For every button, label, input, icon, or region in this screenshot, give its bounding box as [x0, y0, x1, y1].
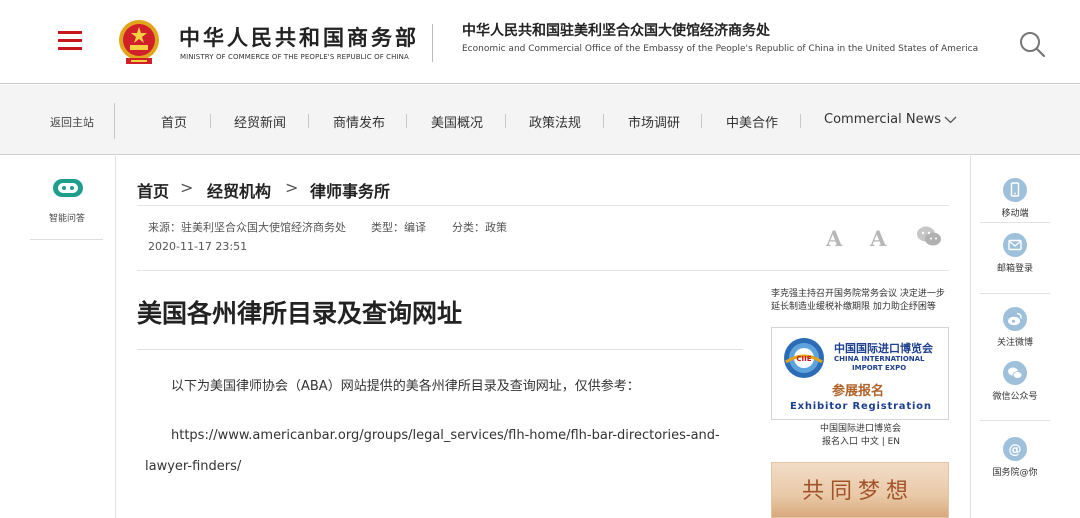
tool-divider — [980, 222, 1050, 223]
breadcrumb-separator: > — [180, 178, 194, 197]
font-size-large-button[interactable]: A — [826, 226, 842, 251]
common-dream-text: 共同梦想 — [802, 479, 915, 504]
meta-divider — [137, 270, 949, 271]
ciie-registration-en: Exhibitor Registration — [790, 401, 932, 412]
tool-divider — [980, 293, 1050, 294]
tool-label: 微信公众号 — [992, 392, 1038, 402]
tool-label: 关注微博 — [996, 338, 1033, 348]
chevron-down-icon[interactable] — [944, 113, 957, 126]
nav-separator — [406, 114, 407, 128]
chatbot-icon[interactable] — [52, 178, 84, 198]
ciie-title-cn: 中国国际进口博览会 — [834, 342, 933, 355]
nav-separator — [800, 114, 801, 128]
breadcrumb-trade-agencies[interactable]: 经贸机构 — [207, 178, 271, 202]
breadcrumb-underline — [137, 205, 949, 206]
site-header: 中华人民共和国商务部 MINISTRY OF COMMERCE OF THE P… — [0, 0, 1080, 84]
nav-separator — [603, 114, 604, 128]
breadcrumb-law-firms[interactable]: 律师事务所 — [310, 178, 390, 202]
ministry-name-cn: 中华人民共和国商务部 — [179, 26, 419, 50]
tool-label: 邮箱登录 — [996, 264, 1033, 274]
wechat-share-icon[interactable] — [916, 225, 942, 247]
breadcrumb-home[interactable]: 首页 — [137, 178, 169, 202]
content-border-right — [970, 156, 971, 518]
news-headline-line1[interactable]: 李克强主持召开国务院常务会议 决定进一步 — [771, 286, 945, 299]
at-icon[interactable]: @ — [1003, 437, 1027, 461]
nav-separator — [210, 114, 211, 128]
article-link[interactable]: https://www.americanbar.org/groups/legal… — [171, 428, 720, 443]
ciie-title-en-line1: CHINA INTERNATIONAL — [834, 355, 925, 363]
smart-qa-label: 智能问答 — [49, 214, 86, 224]
nav-item-policies[interactable]: 政策法规 — [529, 112, 581, 131]
wechat-icon[interactable] — [1003, 361, 1027, 385]
tool-label: 国务院@你 — [992, 468, 1038, 478]
article-category: 分类：政策 — [452, 221, 507, 234]
nav-item-us-overview[interactable]: 美国概况 — [431, 112, 483, 131]
font-size-small-button[interactable]: A — [870, 226, 886, 251]
ciie-banner[interactable]: CIIE 中国国际进口博览会 CHINA INTERNATIONAL IMPOR… — [771, 327, 949, 420]
ciie-title-en-line2: IMPORT EXPO — [852, 364, 907, 372]
tool-label: 移动端 — [1001, 209, 1029, 219]
article-date: 2020-11-17 23:51 — [148, 240, 248, 253]
ministry-name-en: MINISTRY OF COMMERCE OF THE PEOPLE'S REP… — [180, 53, 409, 61]
article-title: 美国各州律所目录及查询网址 — [137, 299, 463, 328]
nav-item-trade-news[interactable]: 经贸新闻 — [234, 112, 286, 131]
ciie-logo-icon: CIIE — [784, 338, 824, 378]
weibo-icon[interactable] — [1003, 307, 1027, 331]
ciie-registration-cn: 参展报名 — [832, 384, 885, 399]
search-icon[interactable] — [1018, 30, 1046, 58]
national-emblem-icon — [119, 20, 159, 64]
nav-divider — [114, 103, 115, 139]
news-headline-line2[interactable]: 延长制造业缓税补缴期限 加力助企纾困等 — [771, 299, 936, 312]
office-name-en: Economic and Commercial Office of the Em… — [462, 44, 979, 54]
nav-separator — [308, 114, 309, 128]
office-name-cn: 中华人民共和国驻美利坚合众国大使馆经济商务处 — [462, 23, 770, 39]
ciie-caption[interactable]: 中国国际进口博览会 — [820, 421, 901, 434]
nav-item-market-research[interactable]: 市场调研 — [628, 112, 680, 131]
nav-item-home[interactable]: 首页 — [161, 112, 187, 131]
title-divider — [137, 349, 743, 350]
header-divider — [432, 24, 433, 62]
article-type: 类型：编译 — [371, 221, 426, 234]
article-source: 来源：驻美利坚合众国大使馆经济商务处 — [148, 221, 346, 234]
svg-text:@: @ — [1009, 443, 1022, 458]
common-dream-banner[interactable]: 共同梦想 — [771, 462, 949, 518]
breadcrumb-separator: > — [285, 178, 299, 197]
article-paragraph: 以下为美国律师协会（ABA）网站提供的美各州律所目录及查询网址，仅供参考： — [171, 379, 640, 394]
ciie-entry-links[interactable]: 报名入口 中文 | EN — [822, 434, 900, 447]
ciie-logo-text: CIIE — [796, 355, 811, 363]
article-link-continued[interactable]: lawyer-finders/ — [145, 459, 241, 474]
nav-item-commercial-news[interactable]: Commercial News — [824, 112, 941, 127]
mobile-icon[interactable] — [1003, 178, 1027, 202]
smart-qa-widget[interactable]: 智能问答 — [30, 156, 103, 240]
nav-back-home-link[interactable]: 返回主站 — [50, 114, 94, 130]
main-nav: 返回主站 首页 经贸新闻 商情发布 美国概况 政策法规 市场调研 中美合作 Co… — [0, 85, 1080, 155]
content-border-left — [115, 156, 116, 518]
nav-item-cooperation[interactable]: 中美合作 — [726, 112, 778, 131]
nav-separator — [701, 114, 702, 128]
nav-item-business-info[interactable]: 商情发布 — [333, 112, 385, 131]
mail-icon[interactable] — [1003, 233, 1027, 257]
nav-separator — [505, 114, 506, 128]
tool-divider — [980, 420, 1050, 421]
hamburger-menu-icon[interactable] — [58, 31, 82, 51]
